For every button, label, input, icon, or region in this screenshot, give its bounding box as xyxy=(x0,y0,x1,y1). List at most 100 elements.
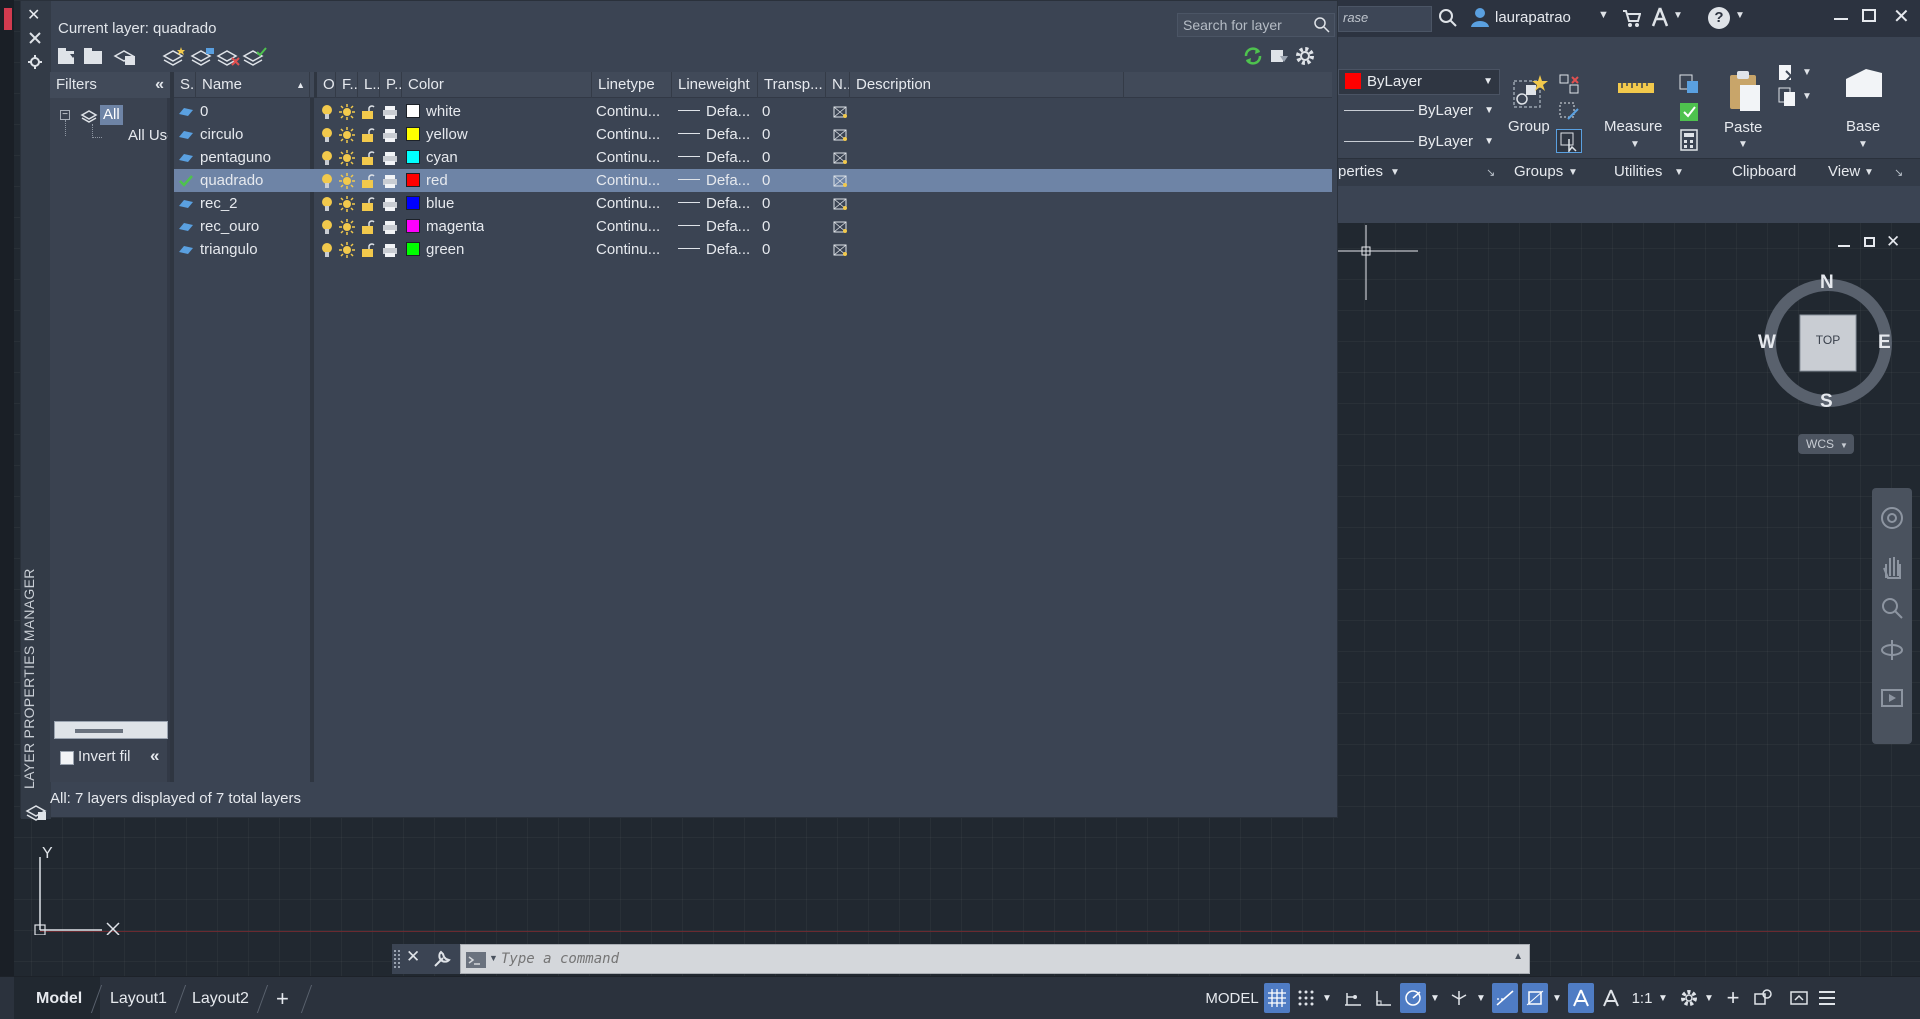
expand-filters-icon[interactable]: « xyxy=(150,746,159,766)
settings-gear-icon[interactable] xyxy=(1291,45,1319,67)
layer-lineweight[interactable]: Defa... xyxy=(678,169,750,192)
snap-mode-icon[interactable] xyxy=(1294,983,1318,1013)
base-view-icon[interactable] xyxy=(1844,61,1884,101)
annotation-visibility-icon[interactable] xyxy=(1568,983,1594,1013)
auto-scale-icon[interactable] xyxy=(1598,983,1624,1013)
table-row[interactable]: pentaguno cyan Continu... Defa... 0 xyxy=(174,146,1332,169)
printer-icon[interactable] xyxy=(382,215,398,238)
delete-layer-icon[interactable] xyxy=(215,45,243,67)
collapse-filters-icon[interactable]: « xyxy=(155,72,164,98)
layer-transparency[interactable]: 0 xyxy=(762,123,770,146)
panel-groups-title[interactable]: Groups xyxy=(1514,163,1563,180)
layer-lineweight[interactable]: Defa... xyxy=(678,123,750,146)
user-icon[interactable] xyxy=(1469,6,1491,28)
layer-status-icon[interactable] xyxy=(178,100,194,123)
polar-tracking-icon[interactable] xyxy=(1400,983,1426,1013)
username-label[interactable]: laurapatrao xyxy=(1495,9,1571,26)
layer-name[interactable]: rec_2 xyxy=(200,192,238,215)
search-box[interactable]: rase xyxy=(1338,6,1432,32)
unlock-icon[interactable] xyxy=(361,100,375,123)
compass-east[interactable]: E xyxy=(1878,332,1891,354)
sun-thaw-icon[interactable] xyxy=(339,123,355,146)
measure-label[interactable]: Measure xyxy=(1604,118,1662,135)
sun-thaw-icon[interactable] xyxy=(339,192,355,215)
pan-icon[interactable] xyxy=(1880,554,1904,580)
layer-status-icon[interactable] xyxy=(178,238,194,261)
layer-lineweight[interactable]: Defa... xyxy=(678,192,750,215)
printer-icon[interactable] xyxy=(382,100,398,123)
table-row[interactable]: 0 white Continu... Defa... 0 xyxy=(174,100,1332,123)
tab-layout1[interactable]: Layout1 xyxy=(110,977,167,1019)
user-dropdown-icon[interactable]: ▼ xyxy=(1598,9,1609,21)
annotation-scale-button[interactable]: 1:1 xyxy=(1628,983,1656,1013)
group-label[interactable]: Group xyxy=(1508,118,1550,135)
unlock-icon[interactable] xyxy=(361,123,375,146)
object-snap-icon[interactable] xyxy=(1522,983,1548,1013)
set-current-layer-icon[interactable] xyxy=(241,45,269,67)
layer-color-combo[interactable]: ByLayer ▼ xyxy=(1338,69,1500,95)
current-layer-check-icon[interactable] xyxy=(178,169,194,192)
model-space-button[interactable]: MODEL xyxy=(1204,983,1260,1013)
close-window-icon[interactable]: ✕ xyxy=(1893,4,1910,29)
new-vp-freeze-icon[interactable] xyxy=(832,169,848,192)
layer-status-icon[interactable] xyxy=(178,192,194,215)
tab-layout2[interactable]: Layout2 xyxy=(192,977,249,1019)
panel-properties-title[interactable]: perties xyxy=(1338,163,1383,180)
layer-translate-icon[interactable] xyxy=(1265,45,1293,67)
col-name[interactable]: Name ▲ xyxy=(196,72,310,98)
unlock-icon[interactable] xyxy=(361,192,375,215)
help-icon[interactable]: ? xyxy=(1708,7,1730,29)
maximize-window-icon[interactable] xyxy=(1862,9,1876,22)
layer-color[interactable]: red xyxy=(406,169,448,192)
layer-search-input[interactable]: Search for layer xyxy=(1177,13,1335,37)
layer-color[interactable]: magenta xyxy=(406,215,484,238)
palette-autohide-icon[interactable] xyxy=(28,31,42,45)
new-vp-freeze-icon[interactable] xyxy=(832,238,848,261)
lightbulb-on-icon[interactable] xyxy=(320,215,334,238)
filter-all-used-item[interactable]: All Use xyxy=(128,127,168,144)
tree-expand-icon[interactable]: − xyxy=(60,110,70,120)
col-linetype[interactable]: Linetype xyxy=(592,72,672,98)
wcs-button[interactable]: WCS ▼ xyxy=(1798,434,1854,454)
lightbulb-on-icon[interactable] xyxy=(320,146,334,169)
viewport-close-icon[interactable]: ✕ xyxy=(1886,232,1900,252)
command-customize-icon[interactable] xyxy=(432,949,452,969)
clean-screen-icon[interactable] xyxy=(1786,983,1812,1013)
viewport-restore-icon[interactable] xyxy=(1864,237,1875,247)
orbit-icon[interactable] xyxy=(1880,638,1904,662)
col-plot[interactable]: P... xyxy=(380,72,402,98)
panel-clipboard-title[interactable]: Clipboard xyxy=(1732,163,1796,180)
col-lock[interactable]: L... xyxy=(358,72,380,98)
col-status[interactable]: S... xyxy=(174,72,196,98)
showmotion-icon[interactable] xyxy=(1880,686,1904,710)
compass-west[interactable]: W xyxy=(1758,332,1776,354)
base-dropdown-icon[interactable]: ▼ xyxy=(1858,139,1868,150)
printer-icon[interactable] xyxy=(382,146,398,169)
command-history-icon[interactable] xyxy=(465,951,487,969)
unlock-icon[interactable] xyxy=(361,215,375,238)
layer-lineweight[interactable]: Defa... xyxy=(678,100,750,123)
lightbulb-on-icon[interactable] xyxy=(320,123,334,146)
grid-toggle-icon[interactable] xyxy=(1264,983,1290,1013)
measure-dropdown-icon[interactable]: ▼ xyxy=(1630,139,1640,150)
filter-pane-scrollbar[interactable] xyxy=(54,721,168,739)
layer-status-icon[interactable] xyxy=(178,123,194,146)
infer-constraints-icon[interactable] xyxy=(1340,983,1366,1013)
copy-clip-icon[interactable] xyxy=(1776,61,1798,83)
workspace-gear-icon[interactable] xyxy=(1676,983,1702,1013)
unlock-icon[interactable] xyxy=(361,146,375,169)
measure-icon[interactable] xyxy=(1616,77,1656,101)
layer-lineweight[interactable]: Defa... xyxy=(678,146,750,169)
paste-dropdown-icon[interactable]: ▼ xyxy=(1738,139,1748,150)
paste-icon[interactable] xyxy=(1726,69,1762,113)
paste-label[interactable]: Paste xyxy=(1724,119,1762,136)
command-line[interactable]: ▼ ▲ xyxy=(460,944,1530,974)
scrollbar-thumb[interactable] xyxy=(75,729,123,733)
properties-launcher-icon[interactable]: ↘ xyxy=(1486,166,1495,179)
add-layout-button[interactable]: + xyxy=(276,977,289,1019)
drag-handle-icon[interactable] xyxy=(394,950,400,968)
layer-linetype[interactable]: Continu... xyxy=(596,123,660,146)
layer-color[interactable]: blue xyxy=(406,192,454,215)
panel-view-title[interactable]: View xyxy=(1828,163,1860,180)
command-close-icon[interactable]: ✕ xyxy=(406,947,420,967)
